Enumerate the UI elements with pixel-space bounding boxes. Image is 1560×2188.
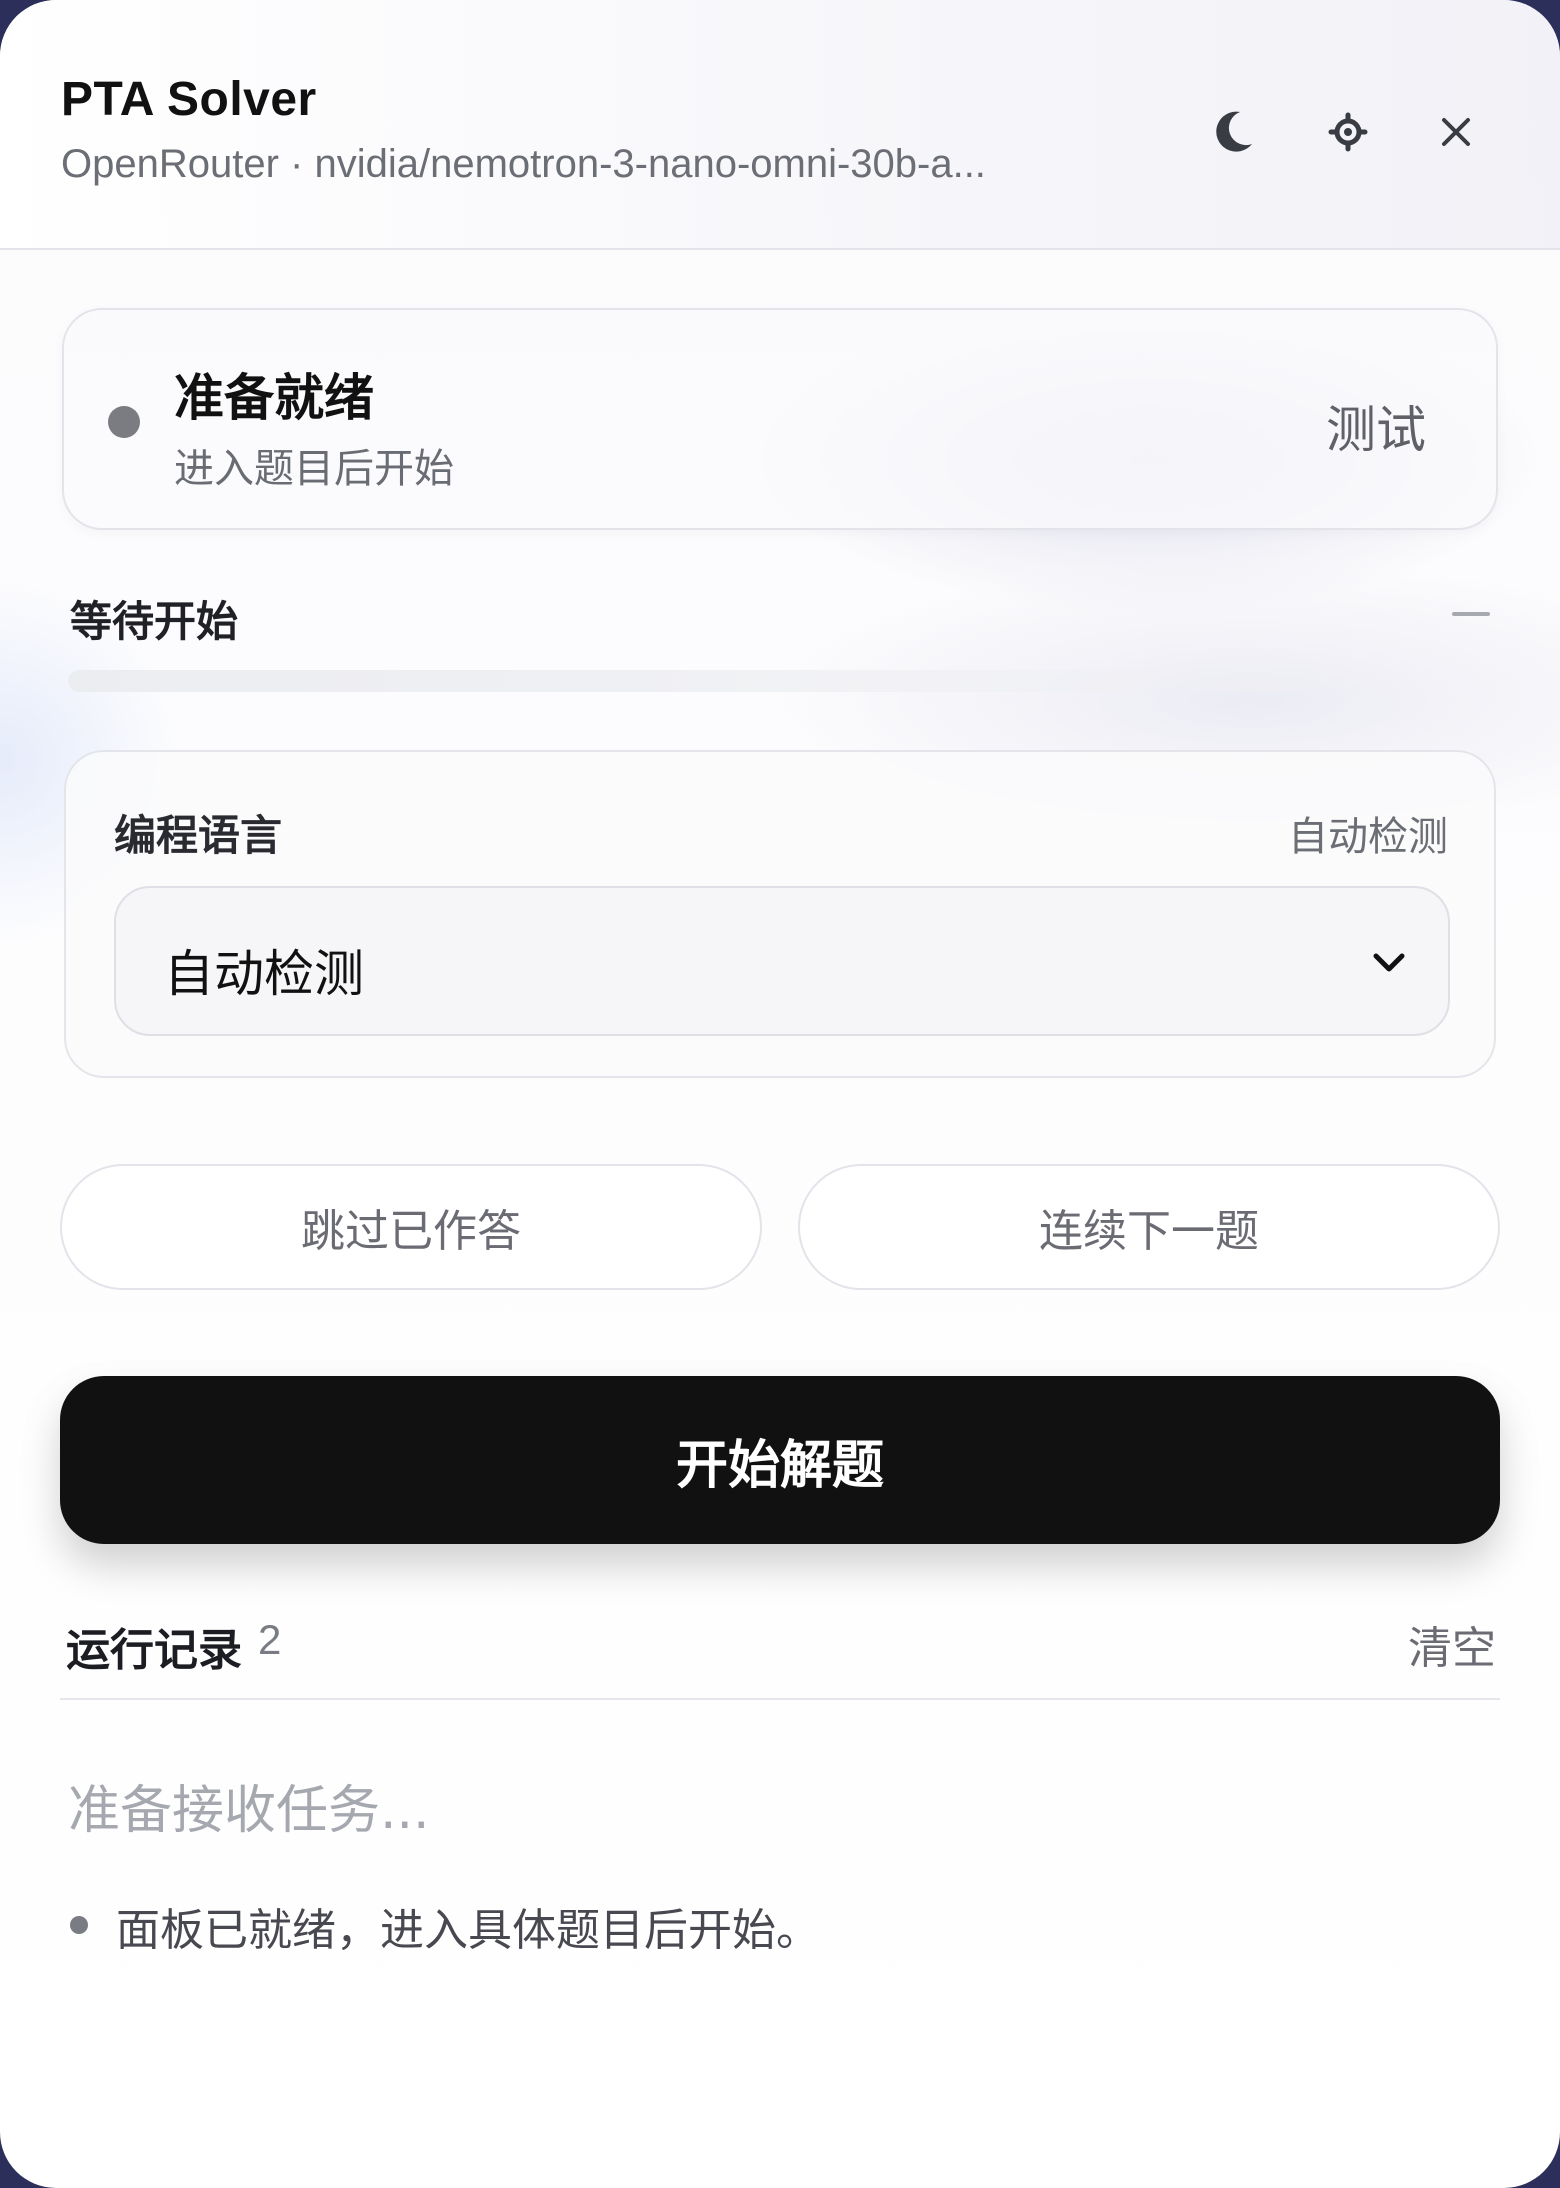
app-title: PTA Solver (61, 73, 317, 126)
chevron-down-icon (1364, 938, 1414, 988)
continue-next-button[interactable]: 连续下一题 (798, 1164, 1500, 1290)
language-label: 编程语言 (114, 811, 283, 860)
language-select[interactable]: 自动检测 (114, 886, 1450, 1036)
solver-panel: PTA Solver OpenRouter · nvidia/nemotron-… (0, 0, 1560, 2188)
close-icon[interactable] (1424, 100, 1488, 164)
status-dot-icon (108, 406, 140, 438)
log-placeholder: 准备接收任务... (68, 1781, 430, 1841)
moon-icon[interactable] (1200, 100, 1264, 164)
status-card: 准备就绪 进入题目后开始 测试 (62, 308, 1498, 530)
test-button[interactable]: 测试 (1326, 390, 1426, 462)
language-detected: 自动检测 (1288, 814, 1448, 860)
gear-icon[interactable] (1316, 100, 1380, 164)
collapse-icon[interactable] (1452, 612, 1490, 616)
progress-bar (68, 670, 1492, 692)
status-subtitle: 进入题目后开始 (174, 446, 454, 492)
language-card: 编程语言 自动检测 自动检测 (64, 750, 1496, 1078)
start-solving-button[interactable]: 开始解题 (60, 1376, 1500, 1544)
status-title: 准备就绪 (174, 369, 374, 427)
log-divider (60, 1698, 1500, 1700)
log-entry-bullet-icon (70, 1916, 88, 1934)
log-count: 2 (258, 1616, 282, 1663)
log-title: 运行记录 (66, 1625, 242, 1676)
clear-log-button[interactable]: 清空 (1408, 1612, 1496, 1676)
log-entry: 面板已就绪，进入具体题目后开始。 (116, 1905, 820, 1956)
panel-header: PTA Solver OpenRouter · nvidia/nemotron-… (0, 0, 1560, 250)
progress-label: 等待开始 (70, 597, 239, 646)
model-subtitle: OpenRouter · nvidia/nemotron-3-nano-omni… (61, 142, 986, 186)
skip-answered-button[interactable]: 跳过已作答 (60, 1164, 762, 1290)
language-select-value: 自动检测 (164, 945, 364, 1003)
